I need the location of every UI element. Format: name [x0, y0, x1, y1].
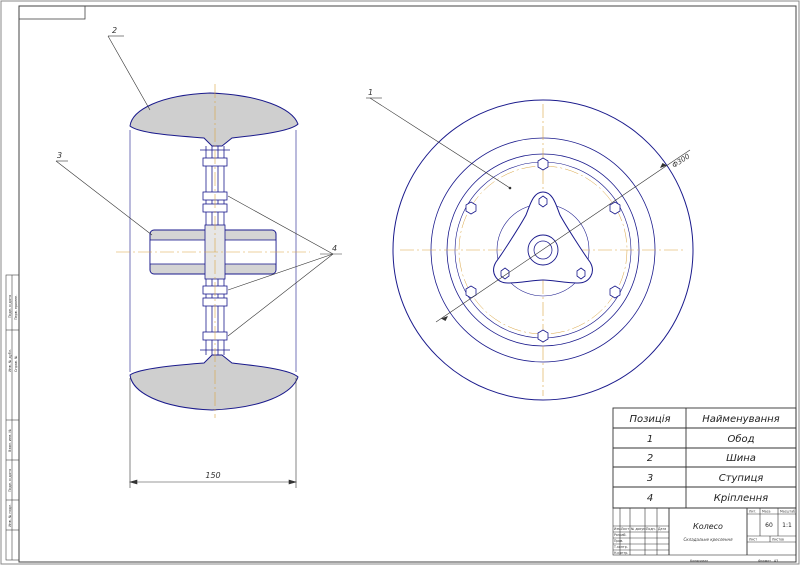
drawing-title: Колесо — [693, 522, 723, 531]
spec-header-name: Найменування — [702, 414, 779, 425]
side-label-0: Подп. и дата — [8, 295, 12, 318]
change-header-3: Подп. — [646, 527, 656, 531]
role-label-2: Т.контр. — [613, 545, 628, 549]
title-block — [612, 507, 797, 556]
top-left-stamp-box — [18, 5, 86, 20]
change-header-2: № докум. — [631, 527, 647, 531]
leader-tire-number: 2 — [112, 26, 117, 35]
col-scale-label: Масштаб — [780, 510, 795, 514]
spec-header-position: Позиція — [629, 413, 670, 425]
col-lit-label: Лит. — [749, 510, 756, 514]
mass-value: 60 — [765, 522, 773, 529]
side-label-6: Перв. примен. — [14, 295, 18, 320]
col-mass-label: Маса — [762, 510, 770, 514]
side-section-view: 150 2 3 4 — [55, 26, 342, 488]
sheet-label: Лист — [749, 538, 757, 542]
role-label-0: Разраб. — [614, 533, 627, 537]
sheets-label: Листов — [772, 538, 784, 542]
leader-fastener-number: 4 — [332, 244, 337, 253]
role-label-4: Н.контр. — [614, 551, 628, 555]
side-label-5: Справ. № — [14, 355, 18, 372]
format-value: A3 — [774, 559, 778, 563]
spec-row-name: Ступиця — [719, 473, 764, 484]
front-view: Ф300 1 — [366, 88, 694, 401]
role-label-1: Пров. — [614, 539, 623, 543]
diameter-dimension-label: Ф300 — [671, 152, 692, 170]
width-dimension-label: 150 — [205, 471, 220, 480]
hub-bore-outer — [527, 234, 559, 266]
format-label: Формат — [758, 559, 771, 563]
copied-label: Копировал — [690, 559, 708, 563]
side-label-2: Взам. инв. № — [8, 429, 12, 452]
leader-rim-number: 1 — [368, 88, 373, 97]
side-label-4: Инв. № подл. — [8, 504, 12, 527]
drawing-frame — [18, 5, 797, 563]
change-header-4: Дата — [658, 527, 666, 531]
spec-row-name: Шина — [726, 453, 756, 464]
side-label-1: Инв. № дубл. — [8, 349, 12, 372]
scale-value: 1:1 — [782, 522, 792, 529]
sheet-outer-border — [0, 0, 800, 565]
tire-section-bottom — [129, 354, 299, 411]
spec-row-pos: 3 — [647, 473, 653, 484]
side-label-3: Подп. и дата — [8, 469, 12, 492]
spec-row-pos: 2 — [647, 453, 653, 464]
spec-row-pos: 4 — [647, 493, 653, 504]
drawing-subtitle: Складальне креслення — [684, 537, 734, 542]
change-header-1: Лист — [621, 527, 629, 531]
leader-hub-number: 3 — [57, 151, 62, 160]
spec-row-name: Обод — [727, 433, 754, 445]
spec-row-name: Кріплення — [714, 492, 768, 504]
tire-section-top — [129, 92, 299, 147]
assembly-drawing-sheet: Подп. и дата Инв. № дубл. Взам. инв. № П… — [0, 0, 800, 565]
spec-row-pos: 1 — [647, 434, 653, 445]
